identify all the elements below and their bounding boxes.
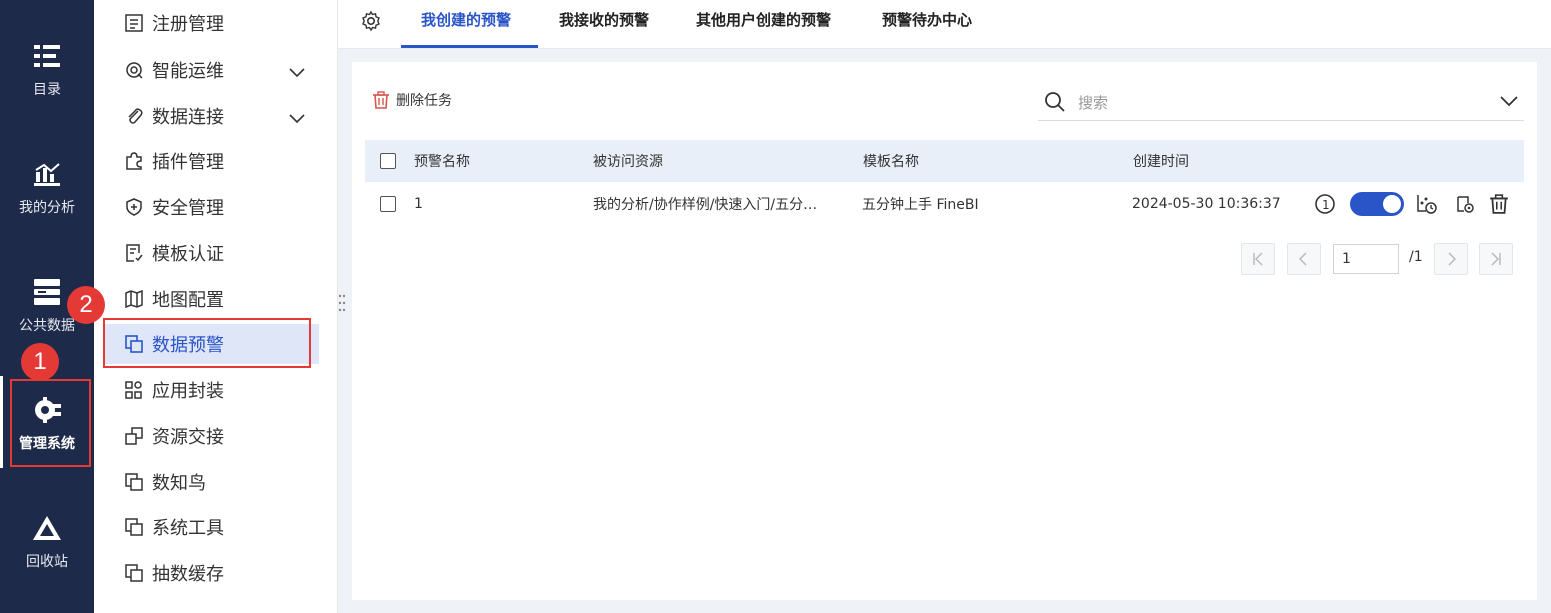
menu-item-map-config[interactable]: 地图配置	[104, 279, 319, 319]
rail-label-recycle-bin: 回收站	[26, 554, 68, 570]
search-icon	[1044, 91, 1066, 117]
copy-icon	[124, 563, 144, 583]
rail-label-public-data: 公共数据	[19, 318, 75, 334]
rail-item-catalog[interactable]: 目录	[0, 20, 94, 120]
rail-item-my-analysis[interactable]: 我的分析	[0, 138, 94, 238]
page-total: /1	[1409, 249, 1423, 265]
edit-settings-icon[interactable]	[1453, 192, 1477, 216]
menu-label-data-connection: 数据连接	[152, 107, 224, 128]
rail-label-catalog: 目录	[33, 82, 61, 98]
table-header: 预警名称 被访问资源 模板名称 创建时间	[365, 140, 1524, 182]
menu-label-smart-ops: 智能运维	[152, 61, 224, 82]
menu-item-system-tools[interactable]: 系统工具	[104, 507, 319, 547]
search-input[interactable]	[1076, 90, 1480, 116]
cell-template: 五分钟上手 FineBI	[862, 197, 979, 213]
resize-handle[interactable]	[338, 293, 346, 313]
toggle-knob	[1383, 195, 1401, 213]
map-icon	[124, 289, 144, 309]
menu-item-extract-cache[interactable]: 抽数缓存	[104, 553, 319, 593]
menu-label-app-package: 应用封装	[152, 381, 224, 402]
annotation-badge-1: 1	[21, 343, 59, 381]
menu-label-plugin: 插件管理	[152, 152, 224, 173]
handover-icon	[124, 426, 144, 446]
search-box	[1038, 86, 1524, 121]
menu-label-template-cert: 模板认证	[152, 244, 224, 265]
menu-item-plugin[interactable]: 插件管理	[104, 141, 319, 181]
tab-my-created-alerts[interactable]: 我创建的预警	[421, 0, 511, 48]
catalog-icon	[32, 41, 62, 71]
menu-label-extract-cache: 抽数缓存	[152, 564, 224, 585]
menu-item-resource-handover[interactable]: 资源交接	[104, 416, 319, 456]
cell-resource: 我的分析/协作样例/快速入门/五分…	[593, 197, 818, 213]
last-page-button[interactable]	[1479, 243, 1513, 275]
tab-received-alerts[interactable]: 我接收的预警	[559, 0, 649, 48]
first-page-button[interactable]	[1241, 243, 1275, 275]
public-data-icon	[32, 277, 62, 307]
menu-label-map-config: 地图配置	[152, 290, 224, 311]
alert-list-panel: 删除任务 预警名称 被访问资源 模板名称 创建时间 1 我的分析/协作样例/快速…	[352, 62, 1537, 600]
prev-page-button[interactable]	[1287, 243, 1321, 275]
rail-item-recycle-bin[interactable]: 回收站	[0, 492, 94, 592]
highlight-box-management-system	[10, 379, 91, 467]
menu-label-system-tools: 系统工具	[152, 518, 224, 539]
gear-icon[interactable]	[360, 10, 382, 32]
page-number-input[interactable]	[1333, 244, 1399, 274]
chevron-down-icon[interactable]	[1500, 92, 1518, 111]
main-content: 我创建的预警 我接收的预警 其他用户创建的预警 预警待办中心 删除任务 预警名称…	[338, 0, 1551, 613]
menu-label-security: 安全管理	[152, 198, 224, 219]
recycle-bin-icon	[32, 513, 62, 543]
cell-alert-name: 1	[414, 196, 423, 212]
tab-bar: 我创建的预警 我接收的预警 其他用户创建的预警 预警待办中心	[338, 0, 1551, 49]
active-tab-indicator	[401, 45, 538, 48]
shield-icon	[124, 197, 144, 217]
register-icon	[124, 13, 144, 33]
menu-label-resource-handover: 资源交接	[152, 427, 224, 448]
ops-icon	[124, 60, 144, 80]
template-cert-icon	[124, 243, 144, 263]
header-template: 模板名称	[863, 154, 919, 170]
grid-apps-icon	[124, 380, 144, 400]
puzzle-icon	[124, 151, 144, 171]
row-checkbox[interactable]	[380, 196, 396, 212]
alert-enabled-toggle[interactable]	[1350, 192, 1404, 216]
header-created-time: 创建时间	[1133, 154, 1189, 170]
menu-item-data-connection[interactable]: 数据连接	[104, 96, 319, 136]
menu-label-shuzhiniao: 数知鸟	[152, 473, 206, 494]
tab-other-users-alerts[interactable]: 其他用户创建的预警	[696, 0, 831, 48]
menu-label-register: 注册管理	[152, 14, 224, 35]
pagination: /1	[352, 243, 1537, 275]
delete-task-label: 删除任务	[396, 93, 452, 109]
copy-icon	[124, 472, 144, 492]
run-once-icon[interactable]: 1	[1313, 192, 1337, 216]
menu-item-security[interactable]: 安全管理	[104, 187, 319, 227]
delete-task-button[interactable]: 删除任务	[372, 90, 452, 110]
chevron-down-icon[interactable]	[289, 62, 305, 83]
highlight-box-data-alert	[103, 318, 311, 368]
cell-created-time: 2024-05-30 10:36:37	[1132, 196, 1281, 212]
chevron-down-icon[interactable]	[289, 108, 305, 129]
next-page-button[interactable]	[1434, 243, 1468, 275]
schedule-chart-icon[interactable]	[1415, 192, 1439, 216]
menu-item-smart-ops[interactable]: 智能运维	[104, 50, 319, 90]
select-all-checkbox[interactable]	[380, 153, 396, 169]
svg-text:1: 1	[1322, 198, 1330, 212]
header-resource: 被访问资源	[593, 154, 663, 170]
rail-label-my-analysis: 我的分析	[19, 200, 75, 216]
trash-icon	[372, 91, 390, 109]
trash-icon[interactable]	[1487, 192, 1511, 216]
menu-item-shuzhiniao[interactable]: 数知鸟	[104, 462, 319, 502]
menu-item-app-package[interactable]: 应用封装	[104, 370, 319, 410]
copy-icon	[124, 517, 144, 537]
header-alert-name: 预警名称	[414, 154, 470, 170]
management-menu: 注册管理 智能运维 数据连接 插件管理 安全管理 模板认证 地图配置 数据预警 …	[94, 0, 338, 613]
paperclip-icon	[124, 106, 144, 126]
analysis-chart-icon	[32, 159, 62, 189]
menu-item-template-cert[interactable]: 模板认证	[104, 233, 319, 273]
tab-alert-todo-center[interactable]: 预警待办中心	[882, 0, 972, 48]
table-row: 1 我的分析/协作样例/快速入门/五分… 五分钟上手 FineBI 2024-0…	[365, 182, 1524, 226]
annotation-badge-2: 2	[67, 286, 105, 324]
menu-item-register[interactable]: 注册管理	[104, 3, 319, 43]
